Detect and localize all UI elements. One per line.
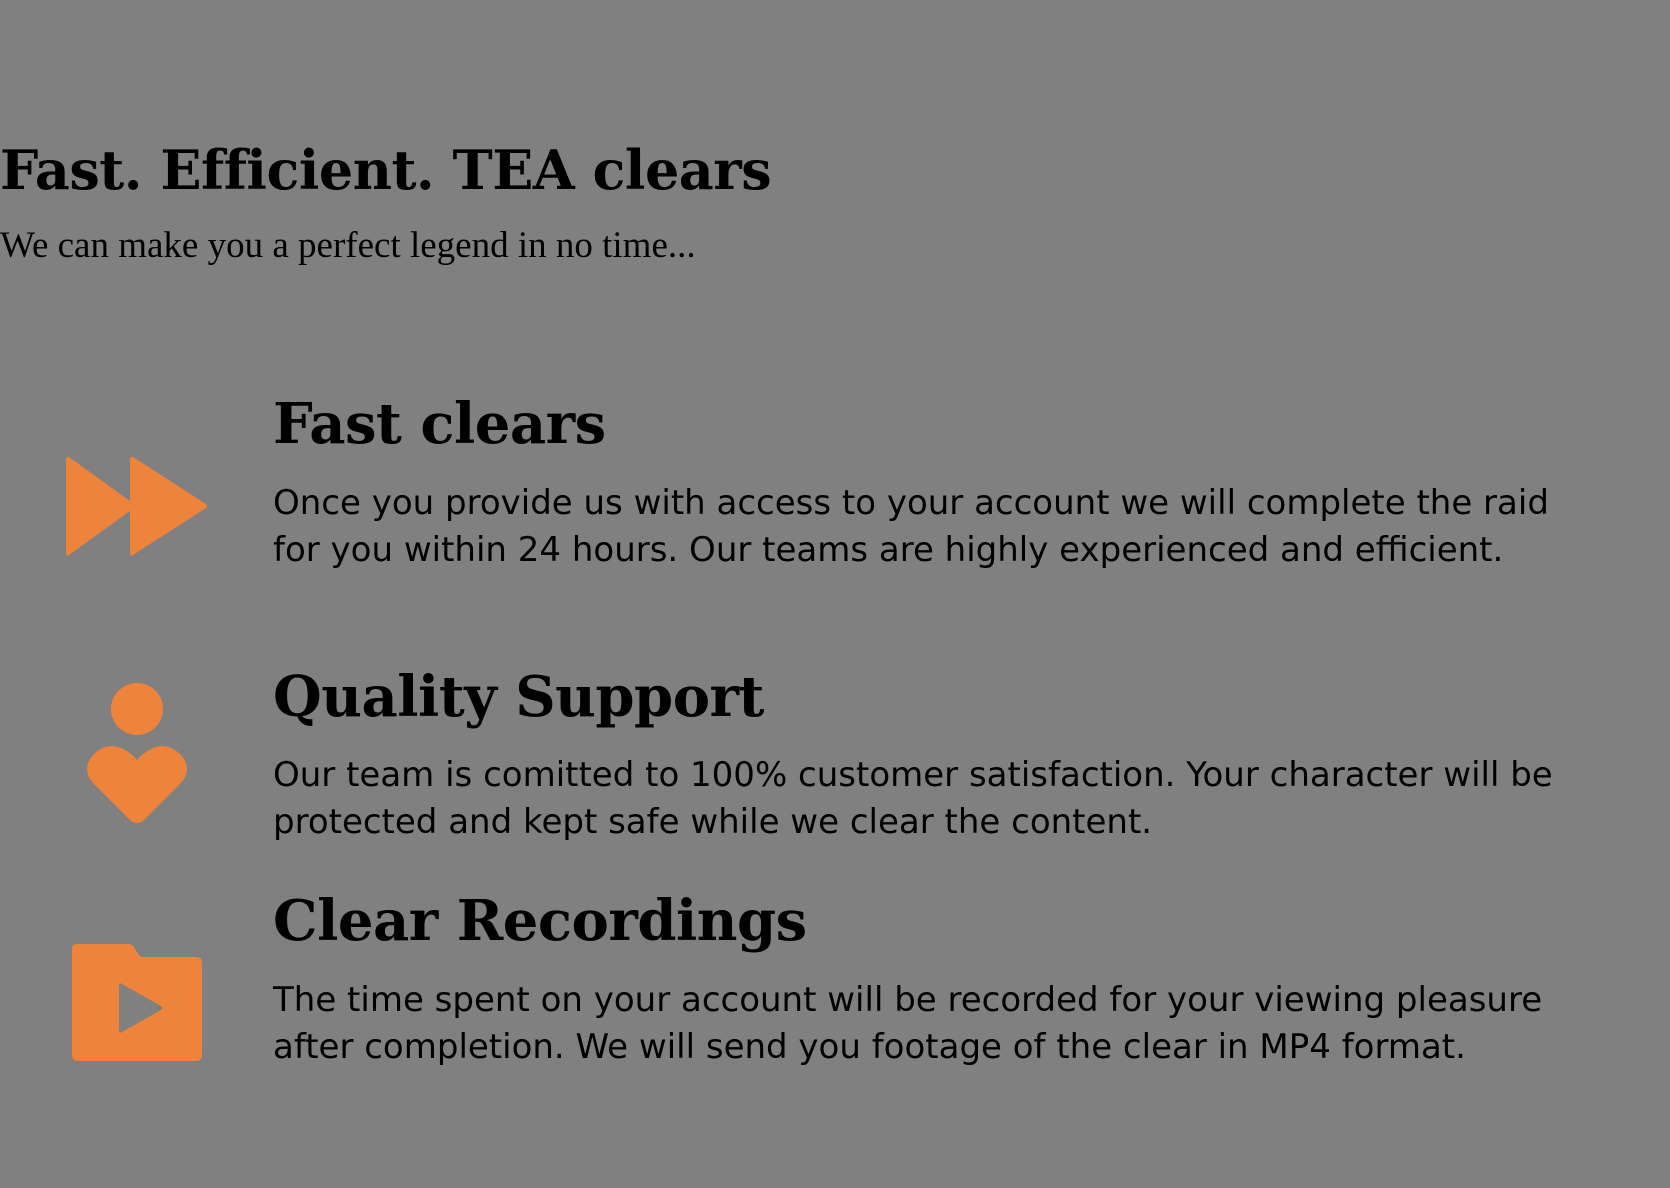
video-folder-icon	[72, 944, 202, 1061]
page-subtitle: We can make you a perfect legend in no t…	[0, 225, 696, 266]
feature-title: Quality Support	[273, 664, 764, 730]
feature-description: Our team is comitted to 100% customer sa…	[273, 755, 1553, 842]
feature-description: Once you provide us with access to your …	[273, 483, 1549, 570]
person-heart-icon	[87, 683, 187, 823]
feature-title: Fast clears	[273, 391, 606, 457]
page-title: Fast. Efficient. TEA clears	[0, 138, 772, 202]
feature-description: The time spent on your account will be r…	[273, 980, 1543, 1067]
feature-title: Clear Recordings	[273, 888, 807, 954]
fast-forward-icon	[66, 456, 207, 556]
